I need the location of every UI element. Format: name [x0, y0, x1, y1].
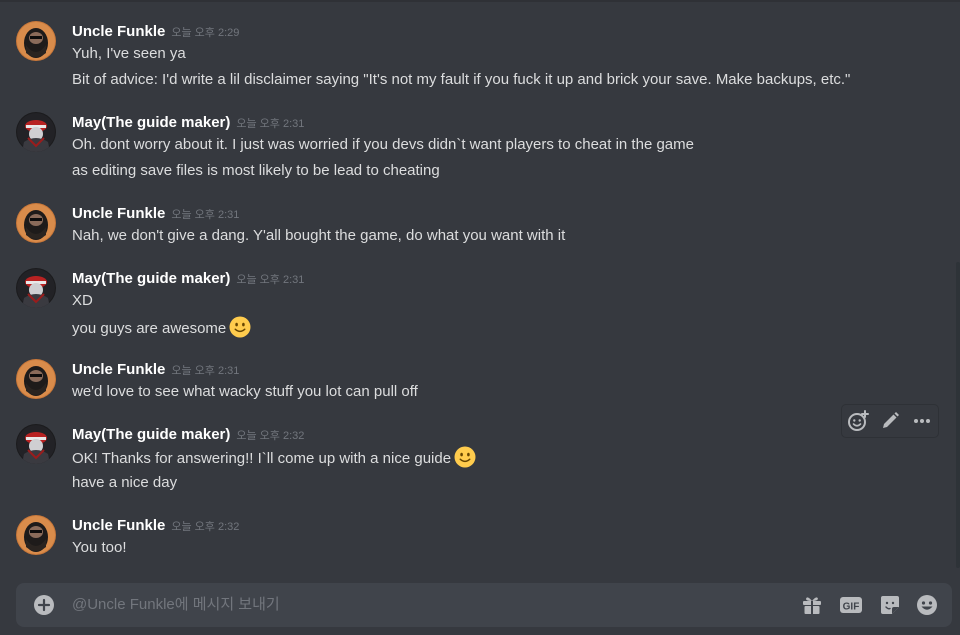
scrollbar[interactable]	[956, 262, 960, 568]
message-input[interactable]: @Uncle Funkle에 메시지 보내기	[72, 583, 280, 627]
message-line: you guys are awesome	[72, 316, 251, 345]
slightly-smiling-face-emoji	[229, 316, 251, 345]
timestamp: 오늘 오후 2:32	[236, 430, 305, 442]
message-header: May(The guide maker) 오늘 오후 2:31	[72, 112, 304, 134]
gif-label: GIF	[843, 602, 860, 613]
message-text: OK! Thanks for answering!! I`ll come up …	[72, 450, 452, 467]
gift-icon[interactable]	[800, 593, 824, 617]
message-text: Bit of advice: I'd write a lil disclaime…	[72, 71, 851, 88]
username[interactable]: May(The guide maker)	[72, 270, 230, 287]
username[interactable]: Uncle Funkle	[72, 23, 165, 40]
message-text: we'd love to see what wacky stuff you lo…	[72, 383, 418, 400]
message-header: Uncle Funkle 오늘 오후 2:31	[72, 203, 239, 225]
username[interactable]: May(The guide maker)	[72, 114, 230, 131]
uncle-funkle-avatar[interactable]	[16, 203, 56, 243]
uncle-funkle-avatar[interactable]	[16, 359, 56, 399]
timestamp: 오늘 오후 2:31	[171, 209, 240, 221]
message-text: you guys are awesome	[72, 320, 227, 337]
edit-pencil-icon[interactable]	[878, 409, 902, 433]
message-text: XD	[72, 292, 93, 309]
more-options-icon[interactable]	[910, 409, 934, 433]
slightly-smiling-face-emoji	[454, 446, 476, 475]
message-text: Nah, we don't give a dang. Y'all bought …	[72, 227, 566, 244]
message-header: Uncle Funkle 오늘 오후 2:31	[72, 359, 239, 381]
username[interactable]: Uncle Funkle	[72, 361, 165, 378]
timestamp: 오늘 오후 2:31	[236, 118, 305, 130]
timestamp: 오늘 오후 2:31	[171, 365, 240, 377]
add-reaction-icon[interactable]	[846, 409, 870, 433]
message-header: Uncle Funkle 오늘 오후 2:29	[72, 21, 239, 43]
message-text: Oh. dont worry about it. I just was worr…	[72, 136, 694, 153]
message-actions-toolbar	[842, 405, 938, 437]
may-avatar[interactable]	[16, 424, 56, 464]
message-text: You too!	[72, 539, 127, 556]
username[interactable]: Uncle Funkle	[72, 517, 165, 534]
add-attachment-icon[interactable]	[32, 593, 56, 617]
uncle-funkle-avatar[interactable]	[16, 515, 56, 555]
emoji-picker-icon[interactable]	[915, 593, 939, 617]
uncle-funkle-avatar[interactable]	[16, 21, 56, 61]
username[interactable]: May(The guide maker)	[72, 426, 230, 443]
message-composer: @Uncle Funkle에 메시지 보내기 GIF	[16, 583, 952, 627]
channel-top-border	[0, 0, 960, 2]
username[interactable]: Uncle Funkle	[72, 205, 165, 222]
sticker-icon[interactable]	[878, 593, 902, 617]
may-avatar[interactable]	[16, 268, 56, 308]
timestamp: 오늘 오후 2:31	[236, 274, 305, 286]
may-avatar[interactable]	[16, 112, 56, 152]
timestamp: 오늘 오후 2:32	[171, 521, 240, 533]
message-header: Uncle Funkle 오늘 오후 2:32	[72, 515, 239, 537]
timestamp: 오늘 오후 2:29	[171, 27, 240, 39]
message-header: May(The guide maker) 오늘 오후 2:31	[72, 268, 304, 290]
message-text: have a nice day	[72, 474, 178, 491]
message-text: as editing save files is most likely to …	[72, 162, 440, 179]
message-text: Yuh, I've seen ya	[72, 45, 186, 62]
message-header: May(The guide maker) 오늘 오후 2:32	[72, 424, 304, 446]
message-line: OK! Thanks for answering!! I`ll come up …	[72, 446, 476, 475]
gif-icon[interactable]: GIF	[839, 593, 863, 617]
